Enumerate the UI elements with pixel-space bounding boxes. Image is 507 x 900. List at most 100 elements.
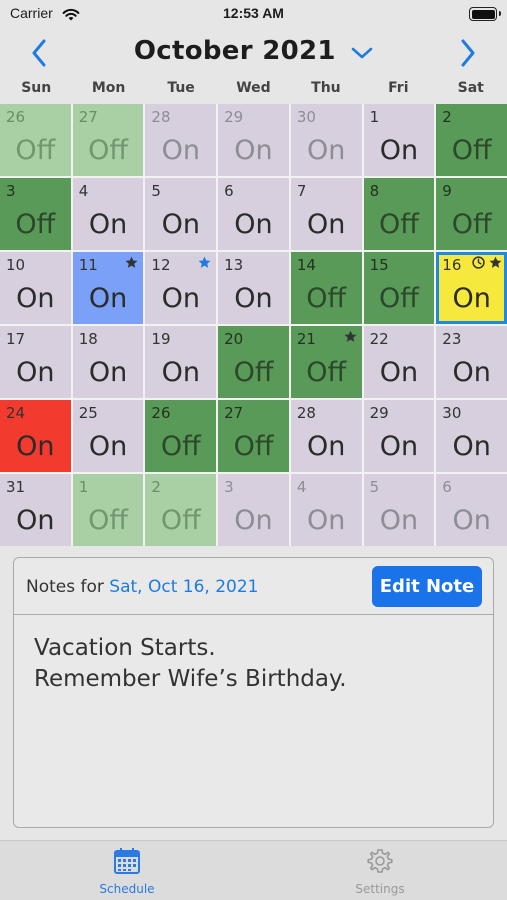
day-number: 12 (151, 256, 171, 274)
day-status: On (452, 283, 491, 314)
day-cell[interactable]: 5 On (145, 178, 217, 250)
day-cell[interactable]: 9 Off (436, 178, 507, 250)
day-number: 13 (224, 256, 244, 274)
day-status: Off (88, 505, 128, 536)
weekday-label: Sun (21, 80, 52, 96)
day-cell[interactable]: 26 Off (145, 400, 217, 472)
day-cell[interactable]: 13 On (218, 252, 289, 324)
day-status: On (307, 505, 346, 536)
weekday-label: Mon (91, 80, 126, 96)
day-cell[interactable]: 19 On (145, 326, 217, 398)
star-icon (344, 330, 357, 342)
edit-note-button[interactable]: Edit Note (372, 566, 482, 607)
day-cell[interactable]: 31 On (0, 474, 71, 546)
day-status: Off (378, 209, 419, 240)
day-status: On (234, 135, 273, 166)
day-cell[interactable]: 24 On (0, 400, 71, 472)
day-status: On (161, 209, 200, 240)
tab-settings-label: Settings (355, 882, 405, 896)
day-cell[interactable]: 28 On (290, 400, 362, 472)
day-cell[interactable]: 12 On (145, 252, 217, 324)
day-cell[interactable]: 21 Off (290, 326, 362, 398)
month-title[interactable]: October 2021 (0, 36, 507, 67)
day-cell[interactable]: 29 On (218, 104, 289, 176)
day-cell[interactable]: 10 On (0, 252, 71, 324)
day-cell[interactable]: 7 On (290, 178, 362, 250)
gear-icon (367, 849, 393, 873)
day-status: On (452, 505, 491, 536)
day-status: On (452, 357, 491, 388)
day-number: 1 (78, 478, 89, 496)
day-number: 26 (6, 108, 26, 126)
day-cell[interactable]: 6 On (218, 178, 289, 250)
chevron-right-icon (461, 39, 475, 67)
day-cell[interactable]: 29 On (363, 400, 435, 472)
day-number: 3 (224, 478, 234, 496)
day-cell[interactable]: 4 On (72, 178, 144, 250)
tab-settings[interactable]: Settings (320, 847, 440, 896)
day-status: On (16, 357, 55, 388)
day-number: 18 (78, 330, 98, 348)
star-icon (198, 256, 211, 268)
day-cell[interactable]: 2 Off (145, 474, 217, 546)
day-status: Off (306, 357, 347, 388)
day-status: On (161, 135, 200, 166)
day-cell[interactable]: 25 On (72, 400, 144, 472)
day-number: 24 (6, 404, 26, 422)
day-number: 3 (6, 182, 16, 200)
day-cell[interactable]: 30 On (436, 400, 507, 472)
day-status: On (379, 431, 419, 462)
day-cell[interactable]: 26 Off (0, 104, 71, 176)
day-cell[interactable]: 11 On (72, 252, 144, 324)
day-cell[interactable]: 3 Off (0, 178, 71, 250)
day-status: On (88, 431, 128, 462)
note-line: Remember Wife’s Birthday. (34, 666, 347, 692)
notes-card: Notes for Sat, Oct 16, 2021 Edit Note Va… (13, 557, 494, 828)
day-cell[interactable]: 28 On (145, 104, 217, 176)
day-cell[interactable]: 5 On (363, 474, 435, 546)
day-cell[interactable]: 30 On (290, 104, 362, 176)
day-status: On (88, 209, 128, 240)
day-cell[interactable]: 6 On (436, 474, 507, 546)
weekday-label: Tue (167, 80, 195, 96)
day-cell[interactable]: 4 On (290, 474, 362, 546)
day-cell[interactable]: 8 Off (363, 178, 435, 250)
day-number: 20 (224, 330, 244, 348)
day-cell[interactable]: 14 Off (290, 252, 362, 324)
day-number: 29 (224, 108, 244, 126)
day-cell[interactable]: 22 On (363, 326, 435, 398)
day-status: On (379, 135, 419, 166)
day-number: 5 (151, 182, 161, 200)
day-cell[interactable]: 3 On (218, 474, 289, 546)
day-status: Off (233, 431, 274, 462)
day-status: Off (160, 505, 201, 536)
day-cell[interactable]: 27 Off (72, 104, 144, 176)
next-month-button[interactable] (453, 36, 483, 70)
day-marks (125, 256, 138, 269)
day-cell[interactable]: 17 On (0, 326, 71, 398)
note-line: Vacation Starts. (34, 635, 216, 661)
day-number: 11 (78, 256, 98, 274)
day-cell[interactable]: 18 On (72, 326, 144, 398)
status-bar: Carrier 12:53 AM (0, 0, 507, 30)
day-number: 28 (296, 404, 316, 422)
day-number: 27 (224, 404, 244, 422)
day-cell[interactable]: 2 Off (436, 104, 507, 176)
day-number: 19 (151, 330, 171, 348)
star-icon (489, 256, 502, 268)
day-cell[interactable]: 1 On (363, 104, 435, 176)
day-cell[interactable]: 27 Off (218, 400, 289, 472)
notes-body: Vacation Starts. Remember Wife’s Birthda… (14, 615, 493, 713)
day-status: On (234, 505, 273, 536)
tab-schedule[interactable]: Schedule (67, 847, 187, 896)
status-time: 12:53 AM (223, 5, 284, 21)
day-cell[interactable]: 1 Off (72, 474, 144, 546)
day-status: Off (15, 209, 56, 240)
day-cell[interactable]: 15 Off (363, 252, 435, 324)
day-cell[interactable]: 16 On (436, 252, 507, 324)
day-status: On (307, 209, 346, 240)
tab-schedule-label: Schedule (99, 882, 155, 896)
day-number: 15 (369, 256, 389, 274)
day-cell[interactable]: 23 On (436, 326, 507, 398)
day-cell[interactable]: 20 Off (218, 326, 289, 398)
